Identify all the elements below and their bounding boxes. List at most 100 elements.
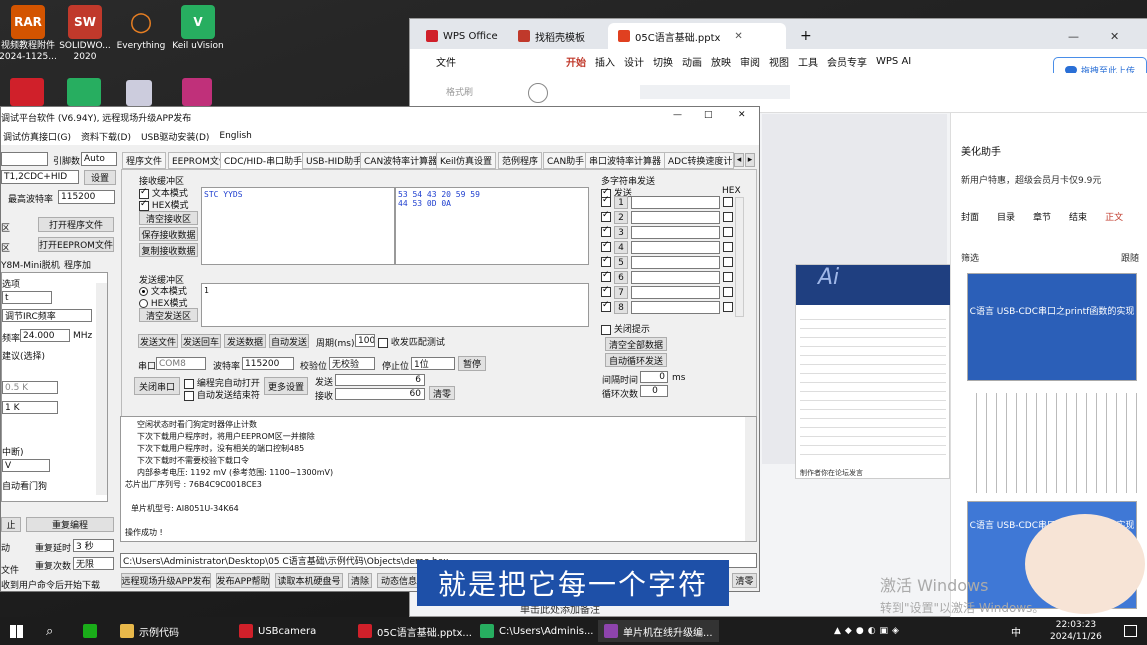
recv-text-area[interactable]: STC YYDS (201, 187, 395, 265)
follow-checkbox[interactable]: 跟随 (1121, 251, 1139, 264)
search-icon[interactable]: ⌕ (46, 620, 53, 642)
taskbar-item-wps[interactable]: 05C语言基础.pptx... (358, 620, 472, 642)
row-text-input[interactable] (631, 211, 720, 224)
period-input[interactable]: 100 (355, 334, 375, 347)
row-hex-checkbox[interactable] (723, 302, 733, 312)
font-select[interactable] (640, 85, 790, 99)
row-enable-checkbox[interactable] (601, 240, 611, 252)
remote-upgrade-button[interactable]: 远程现场升级APP发布 (121, 573, 211, 588)
promo-text[interactable]: 新用户特惠，超级会员月卡仅9.9元 (961, 173, 1101, 186)
row-enable-checkbox[interactable] (601, 300, 611, 312)
menu-download[interactable]: 资料下载(D) (81, 130, 131, 143)
menu-design[interactable]: 设计 (624, 54, 644, 69)
match-test[interactable]: 收发匹配测试 (378, 335, 445, 348)
tab-scroll-left[interactable]: ◂ (734, 153, 744, 167)
filter-button[interactable]: 筛选 (961, 251, 979, 264)
auto-send-button[interactable]: 自动发送 (269, 334, 309, 348)
text-mode-checkbox[interactable] (139, 187, 149, 199)
menu-home[interactable]: 开始 (566, 54, 586, 69)
send-file-button[interactable]: 发送文件 (138, 334, 178, 348)
clear-all-button[interactable]: 清空全部数据 (605, 337, 667, 351)
read-disk-id-button[interactable]: 读取本机硬盘号 (275, 573, 343, 588)
clear-send-button[interactable]: 清空发送区 (139, 308, 198, 322)
row-text-input[interactable] (631, 196, 720, 209)
menu-animation[interactable]: 动画 (682, 54, 702, 69)
stop-bits-select[interactable]: 1位 (411, 357, 455, 370)
com-port-select[interactable]: COM8 (156, 357, 206, 370)
log-area[interactable]: 空闲状态时看门狗定时器停止计数 下次下载用户程序时，将用户EEPROM区一并擦除下… (120, 416, 757, 542)
close-window-icon[interactable]: ✕ (1100, 23, 1129, 49)
options-scrollbar[interactable] (96, 283, 107, 495)
send-enter-button[interactable]: 发送回车 (181, 334, 221, 348)
ime-indicator[interactable]: 中 (1011, 620, 1021, 642)
menu-debug[interactable]: 调试仿真接口(G) (3, 130, 71, 143)
desktop-icon-app-red[interactable] (10, 78, 44, 106)
desktop-icon-rar[interactable]: RAR 视频教程附件 2024-1125... (0, 5, 60, 63)
row-send-button[interactable]: 1 (614, 196, 628, 209)
stop-button[interactable]: 止 (1, 517, 21, 532)
send-text-area[interactable]: 1 (201, 283, 589, 327)
tab-can-baud[interactable]: CAN波特率计算器 (360, 152, 442, 169)
row-hex-checkbox[interactable] (723, 212, 733, 222)
wps-tab-pptx[interactable]: 05C语言基础.pptx ✕ (608, 23, 786, 49)
recv-hex-area[interactable]: 53 54 43 20 59 59 44 53 0D 0A (395, 187, 589, 265)
menu-transition[interactable]: 切换 (653, 54, 673, 69)
menu-review[interactable]: 审阅 (740, 54, 760, 69)
more-settings-button[interactable]: 更多设置 (264, 377, 308, 395)
row-send-button[interactable]: 2 (614, 211, 628, 224)
tray-icons[interactable]: ▲◆●◐▣◈ (834, 620, 903, 642)
row-enable-checkbox[interactable] (601, 210, 611, 222)
row-send-button[interactable]: 8 (614, 301, 628, 314)
menu-english[interactable]: English (219, 131, 252, 141)
slide[interactable]: Ai 制作者你在论坛发言 (795, 264, 951, 479)
row-hex-checkbox[interactable] (723, 227, 733, 237)
taskbar-item-folder[interactable]: 示例代码 (120, 620, 179, 642)
close-window-icon[interactable]: ✕ (738, 110, 746, 120)
menu-wps-ai[interactable]: WPS AI (876, 56, 911, 67)
tab-adc-speed[interactable]: ADC转换速度计算 (664, 152, 734, 169)
copy-recv-button[interactable]: 复制接收数据 (139, 243, 198, 257)
row-text-input[interactable] (631, 286, 720, 299)
log-scrollbar[interactable] (745, 417, 756, 541)
panel-tab-toc[interactable]: 目录 (997, 210, 1015, 223)
row-hex-checkbox[interactable] (723, 197, 733, 207)
voltage-select[interactable]: V (2, 459, 50, 472)
open-eeprom-button[interactable]: 打开EEPROM文件 (38, 237, 114, 252)
minimize-icon[interactable]: — (673, 110, 682, 120)
desktop-icon-keil[interactable]: V Keil uVision (166, 5, 230, 52)
menu-tools[interactable]: 工具 (798, 54, 818, 69)
repeat-delay-select[interactable]: 3 秒 (73, 539, 114, 552)
clear-log-button[interactable]: 清除 (348, 573, 372, 588)
settings-button[interactable]: 设置 (84, 170, 116, 185)
panel-tab-cover[interactable]: 封面 (961, 210, 979, 223)
taskbar-item-usbcamera[interactable]: USBcamera (239, 620, 316, 642)
publish-help-button[interactable]: 发布APP帮助 (216, 573, 270, 588)
taskbar-item-keil[interactable]: C:\Users\Adminis... (480, 620, 594, 642)
desktop-icon-solidworks[interactable]: SW SOLIDWO... 2020 (53, 5, 117, 63)
repeat-program-button[interactable]: 重复编程 (26, 517, 114, 532)
close-tab-icon[interactable]: ✕ (734, 31, 742, 42)
notification-icon[interactable] (1124, 620, 1137, 642)
open-program-button[interactable]: 打开程序文件 (38, 217, 114, 232)
row-enable-checkbox[interactable] (601, 195, 611, 207)
play-icon[interactable] (528, 83, 548, 103)
maximize-icon[interactable]: □ (704, 110, 713, 120)
desktop-icon-everything[interactable]: ○ Everything (109, 5, 173, 52)
desktop-icon-stc[interactable] (182, 78, 212, 106)
tab-usb-hid[interactable]: USB-HID助手 (302, 152, 367, 169)
pause-button[interactable]: 暂停 (458, 356, 486, 371)
interval-input[interactable]: 0 (640, 371, 668, 383)
match-test-checkbox[interactable] (378, 337, 388, 348)
hex-mode-checkbox[interactable] (139, 199, 149, 211)
format-brush-button[interactable]: 格式刷 (446, 85, 473, 98)
row-send-button[interactable]: 6 (614, 271, 628, 284)
row-enable-checkbox[interactable] (601, 225, 611, 237)
wechat-taskbar-icon[interactable] (83, 620, 102, 642)
hex-mode-radio[interactable] (139, 299, 148, 308)
row-text-input[interactable] (631, 241, 720, 254)
size-select[interactable]: 1 K (2, 401, 58, 414)
auto-send-end[interactable]: 自动发送结束符 (184, 388, 260, 401)
row-send-button[interactable]: 7 (614, 286, 628, 299)
new-tab-button[interactable]: + (790, 23, 822, 49)
dynamic-info-button[interactable]: 动态信息 (377, 573, 421, 588)
